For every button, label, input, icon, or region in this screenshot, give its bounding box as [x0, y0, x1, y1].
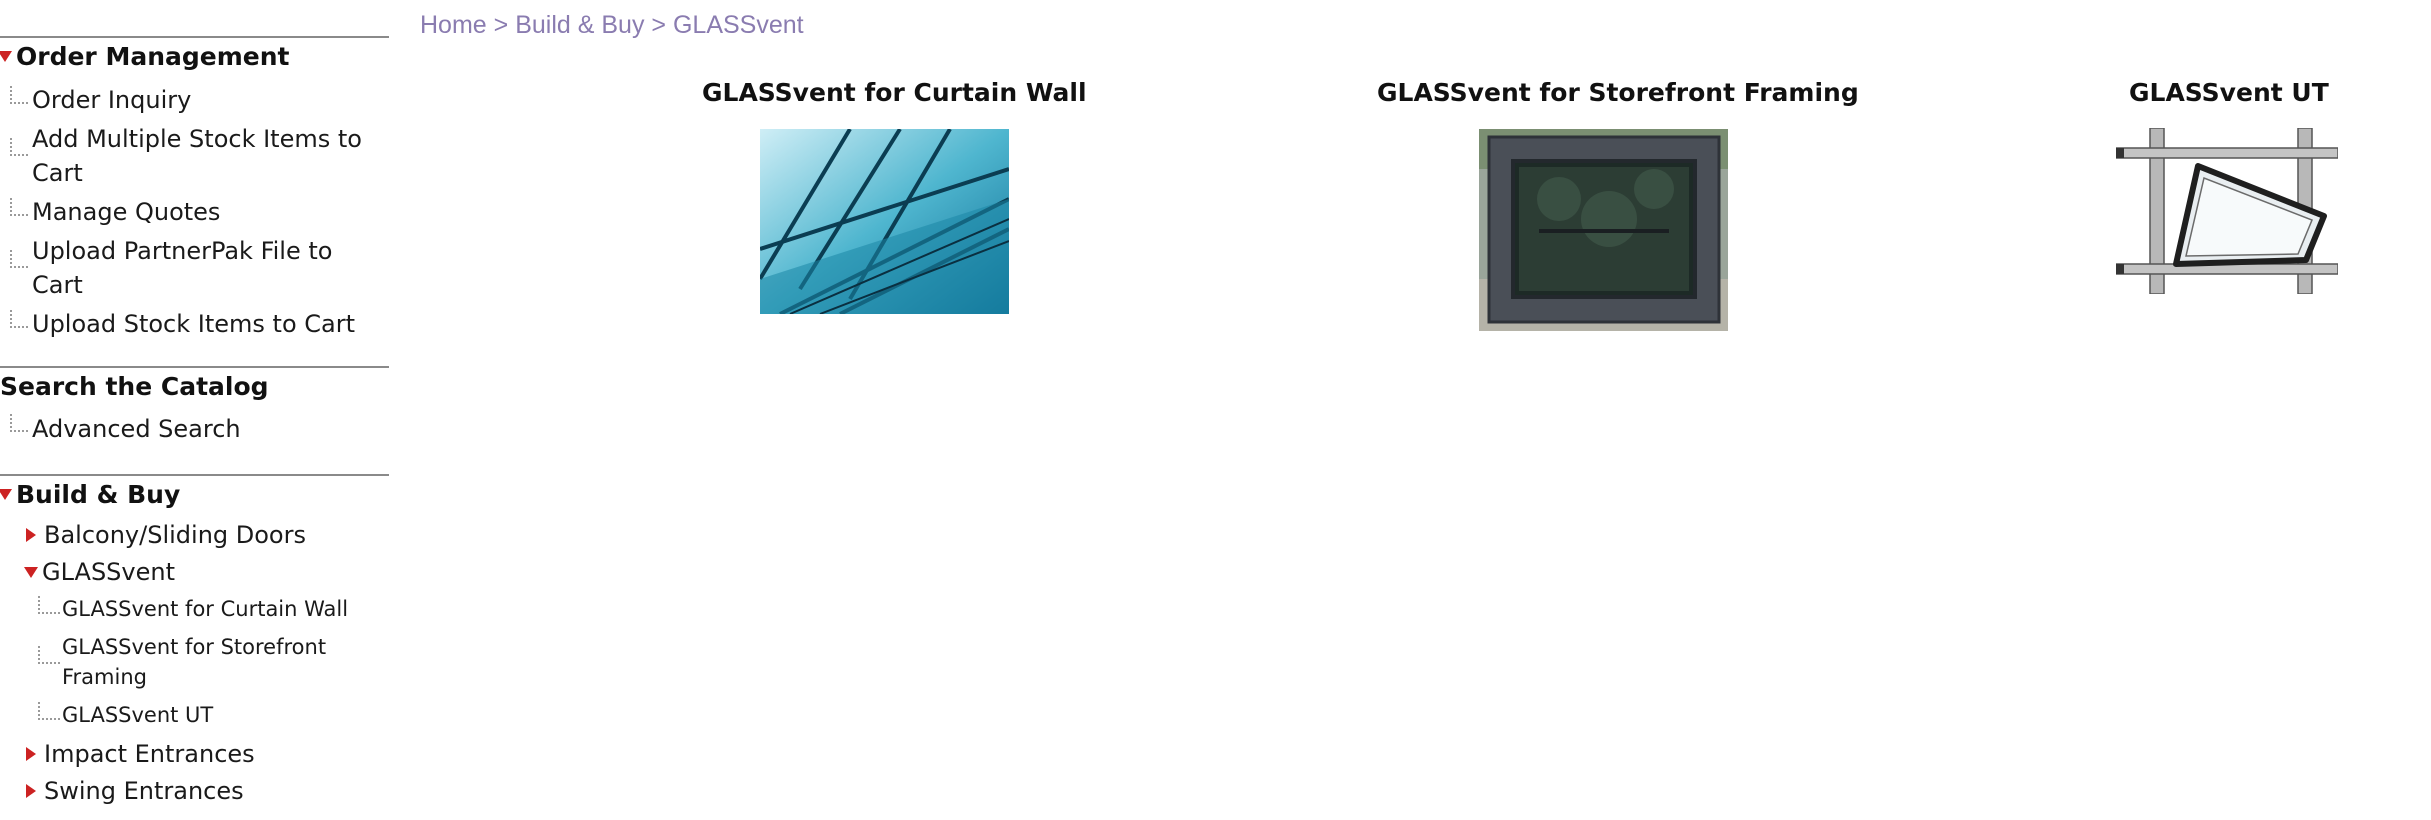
section-title: Order Management [16, 42, 290, 71]
divider [0, 36, 389, 38]
sidebar-item-glassvent-storefront[interactable]: GLASSvent for Storefront Framing [62, 632, 326, 692]
sidebar-item-balcony-sliding-doors[interactable]: Balcony/Sliding Doors [26, 518, 306, 552]
sidebar-item-upload-partnerpak[interactable]: Upload PartnerPak File to Cart [32, 234, 332, 302]
sidebar-item-label: Cart [32, 159, 83, 187]
breadcrumb-build-buy[interactable]: Build & Buy [515, 11, 644, 39]
collapsed-triangle-icon [26, 784, 36, 798]
sidebar-item-manage-quotes[interactable]: Manage Quotes [32, 195, 220, 229]
breadcrumb-separator: > [493, 11, 509, 39]
section-search-catalog[interactable]: Search the Catalog [0, 372, 269, 401]
product-title-storefront-framing[interactable]: GLASSvent for Storefront Framing [1377, 78, 1859, 107]
section-title: Build & Buy [16, 480, 181, 509]
collapsed-triangle-icon [26, 528, 36, 542]
storefront-framing-photo[interactable] [1479, 129, 1728, 331]
sidebar-item-label: GLASSvent [42, 558, 175, 586]
sidebar-item-advanced-search[interactable]: Advanced Search [32, 412, 241, 446]
sidebar-item-glassvent-ut[interactable]: GLASSvent UT [62, 700, 213, 730]
section-order-management[interactable]: Order Management [0, 42, 290, 71]
sidebar: Order Management Order Inquiry Add Multi… [0, 0, 389, 820]
product-title-ut[interactable]: GLASSvent UT [2129, 78, 2329, 107]
curtain-wall-photo[interactable] [760, 129, 1009, 314]
sidebar-item-label: GLASSvent for Storefront [62, 635, 327, 659]
expanded-triangle-icon [0, 51, 12, 62]
sidebar-item-upload-stock[interactable]: Upload Stock Items to Cart [32, 307, 355, 341]
divider [0, 366, 389, 368]
expanded-triangle-icon [0, 489, 12, 500]
tree-connector [10, 310, 28, 328]
breadcrumb: Home > Build & Buy > GLASSvent [420, 11, 804, 40]
sidebar-item-label: Framing [62, 665, 147, 689]
breadcrumb-home[interactable]: Home [420, 11, 487, 39]
sidebar-item-glassvent[interactable]: GLASSvent [24, 555, 175, 589]
sidebar-item-impact-entrances[interactable]: Impact Entrances [26, 737, 255, 771]
collapsed-triangle-icon [26, 747, 36, 761]
sidebar-item-label: Add Multiple Stock Items to [32, 125, 362, 153]
breadcrumb-current: GLASSvent [672, 11, 804, 39]
sidebar-item-label: Swing Entrances [44, 777, 244, 805]
sidebar-item-glassvent-curtain-wall[interactable]: GLASSvent for Curtain Wall [62, 594, 348, 624]
sidebar-item-label: Upload PartnerPak File to [32, 237, 333, 265]
tree-connector [10, 86, 28, 104]
sidebar-item-order-inquiry[interactable]: Order Inquiry [32, 83, 191, 117]
expanded-triangle-icon [24, 566, 38, 578]
sidebar-item-label: Cart [32, 271, 83, 299]
tree-connector [10, 198, 28, 216]
tree-connector [10, 250, 28, 268]
tree-connector [38, 702, 60, 720]
divider [0, 474, 389, 476]
sidebar-item-add-multiple-stock[interactable]: Add Multiple Stock Items to Cart [32, 122, 362, 190]
section-title: Search the Catalog [0, 372, 269, 401]
breadcrumb-separator: > [651, 11, 667, 39]
sidebar-item-swing-entrances[interactable]: Swing Entrances [26, 774, 244, 808]
tree-connector [10, 138, 28, 156]
ut-window-render[interactable] [2116, 128, 2338, 294]
product-title-curtain-wall[interactable]: GLASSvent for Curtain Wall [702, 78, 1087, 107]
tree-connector [38, 596, 60, 614]
sidebar-item-label: Impact Entrances [44, 740, 255, 768]
sidebar-item-label: Balcony/Sliding Doors [44, 521, 306, 549]
tree-connector [38, 646, 60, 664]
section-build-buy[interactable]: Build & Buy [0, 480, 180, 509]
tree-connector [10, 414, 28, 432]
